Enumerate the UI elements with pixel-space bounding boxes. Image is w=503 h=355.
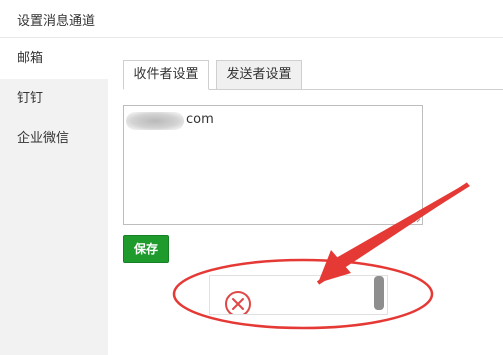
sidebar-item-label: 钉钉 xyxy=(17,91,44,106)
sidebar-item-label: 邮箱 xyxy=(17,51,44,66)
sidebar-item-dingtalk[interactable]: 钉钉 xyxy=(0,79,108,119)
sidebar-item-label: 企业微信 xyxy=(17,131,70,146)
recipients-value: com xyxy=(186,112,214,127)
popup-scrollbar[interactable] xyxy=(374,276,384,310)
sidebar-item-wecom[interactable]: 企业微信 xyxy=(0,119,108,159)
redacted-email-blur xyxy=(126,112,184,130)
recipients-textarea[interactable]: com xyxy=(123,105,423,225)
tab-label: 发送者设置 xyxy=(226,67,292,82)
close-circle-icon[interactable] xyxy=(224,290,252,315)
channel-sidebar: 邮箱 钉钉 企业微信 xyxy=(0,39,108,355)
save-button[interactable]: 保存 xyxy=(123,235,169,263)
tab-sender-settings[interactable]: 发送者设置 xyxy=(216,60,302,90)
tab-recipient-settings[interactable]: 收件者设置 xyxy=(123,60,209,90)
page-title: 设置消息通道 xyxy=(17,14,96,29)
title-bar: 设置消息通道 xyxy=(0,0,503,38)
popup-widget xyxy=(209,275,388,315)
settings-page: 设置消息通道 邮箱 钉钉 企业微信 收件者设置 发送者设置 com 保存 xyxy=(0,0,503,355)
tab-label: 收件者设置 xyxy=(133,67,199,82)
resize-grip-icon[interactable] xyxy=(413,215,421,223)
sidebar-item-email[interactable]: 邮箱 xyxy=(0,39,108,79)
